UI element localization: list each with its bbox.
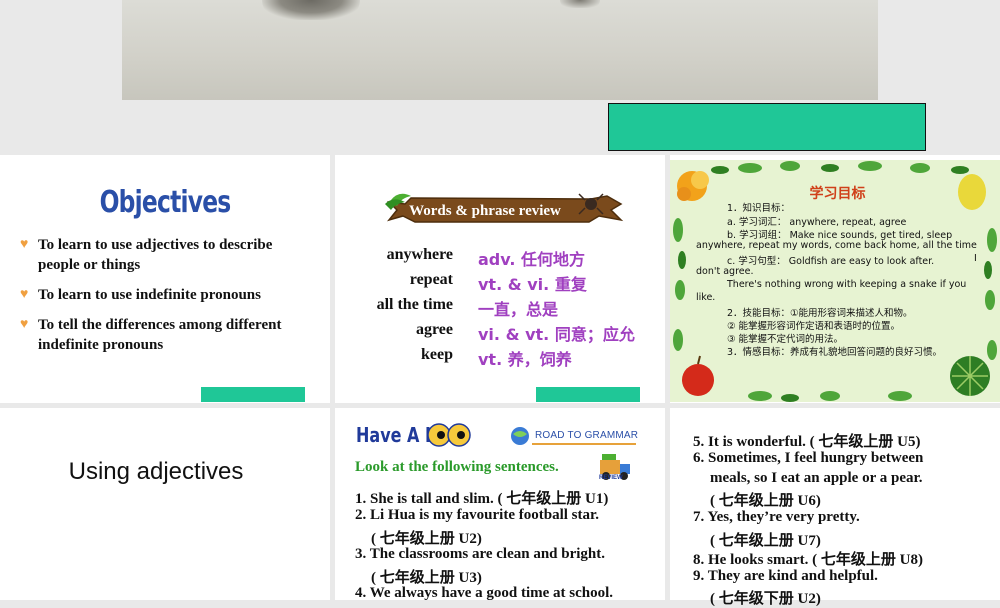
eyes-icon <box>427 423 471 447</box>
banner-label: Words & phrase review <box>409 203 561 219</box>
example-source: ( 七年级下册 U2) <box>710 591 821 607</box>
objectives-green-bar[interactable] <box>201 387 305 402</box>
example-source: ( 七年级上册 U2) <box>371 531 482 547</box>
heart-bullet-icon: ♥ <box>20 317 29 332</box>
slide-heading: Using adjectives <box>68 458 244 485</box>
word-en: agree <box>415 321 453 338</box>
objectives-list: ♥ To learn to use adjectives to describe … <box>20 235 325 365</box>
word-cn: vi. & vt. 同意；应允 <box>478 325 635 344</box>
cat-paws <box>262 0 360 20</box>
example-sentence: 5. It is wonderful. ( 七年级上册 U5) <box>693 434 921 450</box>
word-cn: 一直，总是 <box>478 300 559 319</box>
look-instruction: Look at the following sentences. <box>355 459 559 475</box>
objective-item-cont: people or things <box>38 257 141 273</box>
heart-bullet-icon: ♥ <box>20 287 29 302</box>
review-green-bar[interactable] <box>536 387 640 402</box>
example-sentence: 4. We always have a good time at school. <box>355 585 614 601</box>
objective-item: ♥ To learn to use adjectives to describe <box>20 237 273 253</box>
example-sentence: 8. He looks smart. ( 七年级上册 U8) <box>693 552 923 568</box>
goals-title: 学习目标 <box>809 186 866 202</box>
example-sentence: 6. Sometimes, I feel hungry between <box>693 450 924 466</box>
goal-line: anywhere, repeat my words, come back hom… <box>696 240 977 251</box>
objective-item: ♥ To tell the differences among different <box>20 317 282 333</box>
cat-photo <box>122 0 878 100</box>
goal-line: like. <box>696 292 716 303</box>
objectives-title: Objectives <box>99 185 232 220</box>
example-sentence: 9. They are kind and helpful. <box>693 568 878 584</box>
heart-bullet-icon: ♥ <box>20 237 29 252</box>
cat-tail <box>560 0 600 8</box>
example-sentence: 2. Li Hua is my favourite football star. <box>355 507 600 523</box>
road-to-grammar-label: ROAD TO GRAMMAR <box>535 430 639 441</box>
example-sentence: meals, so I eat an apple or a pear. <box>710 470 923 486</box>
review-badge-label: REVIEW <box>599 475 623 481</box>
goal-line: There's nothing wrong with keeping a sna… <box>727 279 967 290</box>
goal-line: c. 学习句型： Goldfish are easy to look after… <box>727 256 935 267</box>
word-cn: vt. 养，饲养 <box>478 350 572 369</box>
word-en: keep <box>421 346 453 363</box>
goal-line: 1．知识目标： <box>727 203 791 214</box>
goal-line: ③ 能掌握不定代词的用法。 <box>727 334 844 345</box>
using-adjectives-slide[interactable] <box>0 408 330 600</box>
goal-line: ② 能掌握形容词作定语和表语时的位置。 <box>727 321 901 332</box>
word-en: anywhere <box>386 246 453 263</box>
word-cn: adv. 任何地方 <box>478 250 586 269</box>
example-sentence: 1. She is tall and slim. ( 七年级上册 U1) <box>355 491 609 507</box>
goal-line: I <box>974 253 977 264</box>
objective-item: ♥ To learn to use indefinite pronouns <box>20 287 261 303</box>
word-en: repeat <box>409 271 453 288</box>
example-source: ( 七年级上册 U6) <box>710 493 821 509</box>
goal-line: b. 学习词组： Make nice sounds, get tired, sl… <box>727 230 953 241</box>
goal-line: a. 学习词汇： anywhere, repeat, agree <box>727 217 907 228</box>
goal-line: 2．技能目标：①能用形容词来描述人和物。 <box>727 308 913 319</box>
objective-item-cont: indefinite pronouns <box>38 337 164 353</box>
word-en: all the time <box>376 296 453 313</box>
top-green-bar[interactable] <box>608 103 926 151</box>
example-sentence: 7. Yes, they’re very pretty. <box>693 509 860 525</box>
example-source: ( 七年级上册 U7) <box>710 533 821 549</box>
word-cn: vt. & vi. 重复 <box>478 275 587 294</box>
example-sentence: 3. The classrooms are clean and bright. <box>355 546 606 562</box>
example-source: ( 七年级上册 U3) <box>371 570 482 586</box>
goal-line: 3．情感目标：养成有礼貌地回答问题的良好习惯。 <box>727 347 943 358</box>
goal-line: don't agree. <box>696 266 754 277</box>
